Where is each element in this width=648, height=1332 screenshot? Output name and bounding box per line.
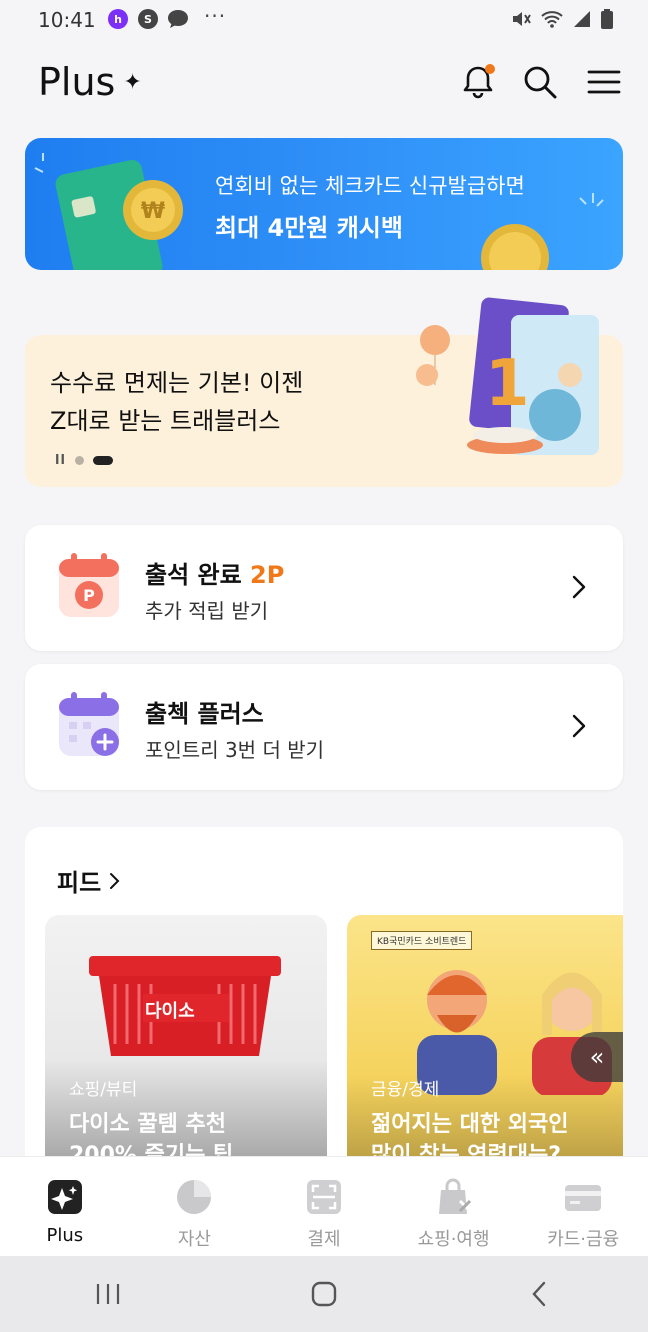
mute-icon bbox=[513, 12, 531, 26]
nav-label: Plus bbox=[46, 1225, 84, 1246]
banner-text-line2: Z대로 받는 트래블러스 bbox=[50, 407, 281, 435]
chevron-right-icon bbox=[110, 872, 120, 889]
back-icon bbox=[532, 1281, 546, 1307]
checkin-plus-card[interactable]: 출첵 플러스 포인트리 3번 더 받기 bbox=[25, 664, 623, 790]
nav-payment[interactable]: 결제 bbox=[259, 1157, 389, 1256]
calendar-plus-icon bbox=[59, 692, 119, 756]
kb-card-tag: KB국민카드 소비트렌드 bbox=[371, 931, 473, 950]
feed-card-category: 금융/경제 bbox=[371, 1080, 440, 1100]
nav-assets[interactable]: 자산 bbox=[130, 1157, 260, 1256]
status-bar: 10:41 h S ··· bbox=[0, 0, 648, 40]
recent-apps-button[interactable] bbox=[78, 1264, 138, 1324]
app-notification-icon: h bbox=[108, 9, 128, 29]
status-time: 10:41 bbox=[38, 8, 96, 32]
attendance-subtitle: 추가 적립 받기 bbox=[145, 599, 269, 623]
pie-chart-icon bbox=[177, 1180, 212, 1214]
pause-icon[interactable]: ll bbox=[55, 453, 66, 468]
feed-card-title-line1: 다이소 꿀템 추천 bbox=[69, 1112, 226, 1137]
banner-pager: ll bbox=[55, 453, 113, 468]
travelers-promo-banner[interactable]: 수수료 면제는 기본! 이젠 Z대로 받는 트래블러스 ll 1 bbox=[25, 297, 623, 487]
chat-notification-icon bbox=[166, 8, 190, 34]
back-button[interactable] bbox=[510, 1264, 570, 1324]
calendar-p-icon: P bbox=[59, 553, 119, 617]
sparkle-icon: ✦ bbox=[123, 69, 142, 95]
system-status-icons bbox=[510, 8, 614, 30]
feed-card-title-line1: 젊어지는 대한 외국인 bbox=[371, 1112, 569, 1137]
home-button[interactable] bbox=[294, 1264, 354, 1324]
feed-card-category: 쇼핑/뷰티 bbox=[69, 1080, 138, 1100]
attendance-points: 2P bbox=[250, 561, 285, 589]
banner-subheadline: 최대 4만원 캐시백 bbox=[215, 214, 403, 242]
checkin-plus-subtitle: 포인트리 3번 더 받기 bbox=[145, 738, 324, 762]
attendance-title-text: 출석 완료 bbox=[145, 561, 242, 589]
cashback-promo-banner[interactable]: ₩ 연회비 없는 체크카드 신규발급하면 최대 4만원 캐시백 bbox=[25, 138, 623, 270]
brand-logo[interactable]: Plus ✦ bbox=[38, 60, 142, 104]
feed-title: 피드 bbox=[57, 869, 102, 897]
brand-title: Plus bbox=[38, 60, 116, 104]
nav-plus[interactable]: Plus bbox=[0, 1157, 130, 1256]
menu-icon[interactable] bbox=[584, 62, 624, 102]
page-dot[interactable] bbox=[74, 456, 84, 465]
banner-headline: 연회비 없는 체크카드 신규발급하면 bbox=[215, 174, 525, 198]
chevron-right-icon bbox=[572, 575, 586, 599]
plus-sparkle-icon bbox=[47, 1180, 82, 1214]
svg-text:1: 1 bbox=[485, 347, 530, 421]
chevron-right-icon bbox=[572, 714, 586, 738]
attendance-title: 출석 완료 2P bbox=[145, 555, 284, 590]
more-notifications-icon: ··· bbox=[204, 4, 227, 28]
attendance-card[interactable]: P 출석 완료 2P 추가 적립 받기 bbox=[25, 525, 623, 651]
search-icon[interactable] bbox=[520, 62, 560, 102]
battery-icon bbox=[601, 9, 613, 29]
nav-shopping-travel[interactable]: 쇼핑·여행 bbox=[389, 1157, 519, 1256]
app-notification-icon: S bbox=[138, 9, 158, 29]
recent-apps-icon bbox=[96, 1284, 120, 1304]
app-header: Plus ✦ bbox=[0, 40, 648, 130]
home-icon bbox=[311, 1281, 337, 1307]
svg-text:₩: ₩ bbox=[141, 199, 165, 224]
svg-text:P: P bbox=[83, 586, 95, 605]
nav-card-finance[interactable]: 카드·금융 bbox=[518, 1157, 648, 1256]
nav-label: 카드·금융 bbox=[547, 1229, 620, 1250]
system-navigation-bar bbox=[0, 1256, 648, 1332]
banner-text-line1: 수수료 면제는 기본! 이젠 bbox=[50, 369, 304, 397]
nav-label: 자산 bbox=[177, 1229, 211, 1250]
shopping-bag-icon bbox=[438, 1178, 471, 1214]
signal-icon bbox=[574, 11, 590, 27]
daiso-logo-text: 다이소 bbox=[145, 1001, 195, 1022]
bottom-navigation: Plus 자산 결제 쇼핑·여행 카드·금융 bbox=[0, 1156, 648, 1256]
notification-bell-icon[interactable] bbox=[458, 62, 498, 102]
feed-header[interactable]: 피드 bbox=[57, 863, 121, 898]
card-icon bbox=[565, 1185, 602, 1211]
collapse-feed-button[interactable]: « bbox=[571, 1032, 623, 1082]
banner-illustration: ₩ bbox=[34, 153, 604, 270]
scan-icon bbox=[306, 1180, 341, 1214]
travel-card-illustration: 1 bbox=[416, 297, 599, 455]
nav-label: 결제 bbox=[307, 1229, 341, 1250]
nav-label: 쇼핑·여행 bbox=[417, 1229, 490, 1250]
wifi-icon bbox=[541, 11, 563, 28]
checkin-plus-title: 출첵 플러스 bbox=[145, 700, 264, 728]
page-dot-active[interactable] bbox=[92, 456, 113, 465]
